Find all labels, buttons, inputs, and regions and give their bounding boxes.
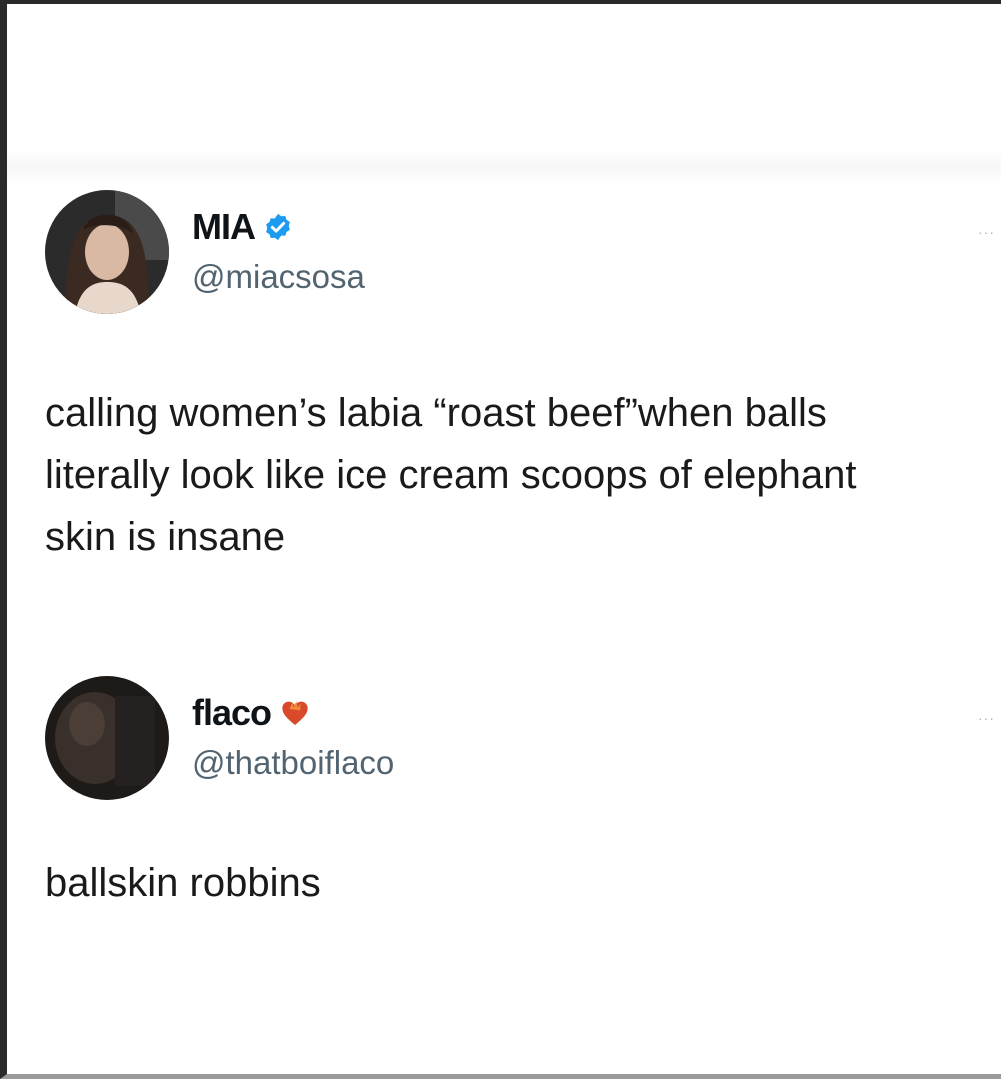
author-names: flaco @thatboiflaco [192,688,394,782]
tweet-header: flaco @thatboiflaco ··· [45,676,1001,806]
author-names: MIA @miacsosa [192,202,365,296]
display-name-row: flaco [192,688,394,738]
top-divider-band [7,150,1001,184]
more-options-icon[interactable]: ··· [978,710,995,726]
display-name[interactable]: flaco [192,692,272,734]
avatar-flaco[interactable] [45,676,169,800]
flame-heart-icon [279,697,311,729]
verified-badge-icon [263,212,293,242]
user-handle[interactable]: @thatboiflaco [192,744,394,782]
more-options-icon[interactable]: ··· [978,224,995,240]
display-name-row: MIA [192,202,365,252]
tweet-flaco[interactable]: flaco @thatboiflaco ··· ballskin robbins [45,676,1001,905]
tweet-text: ballskin robbins [45,861,321,905]
avatar-mia[interactable] [45,190,169,314]
tweet-mia[interactable]: MIA @miacsosa ··· calling women’s labia … [45,190,1001,559]
tweet-text: calling women’s labia “roast beef”when b… [45,391,857,559]
tweet-header: MIA @miacsosa ··· [45,190,1001,320]
display-name[interactable]: MIA [192,206,256,248]
user-handle[interactable]: @miacsosa [192,258,365,296]
